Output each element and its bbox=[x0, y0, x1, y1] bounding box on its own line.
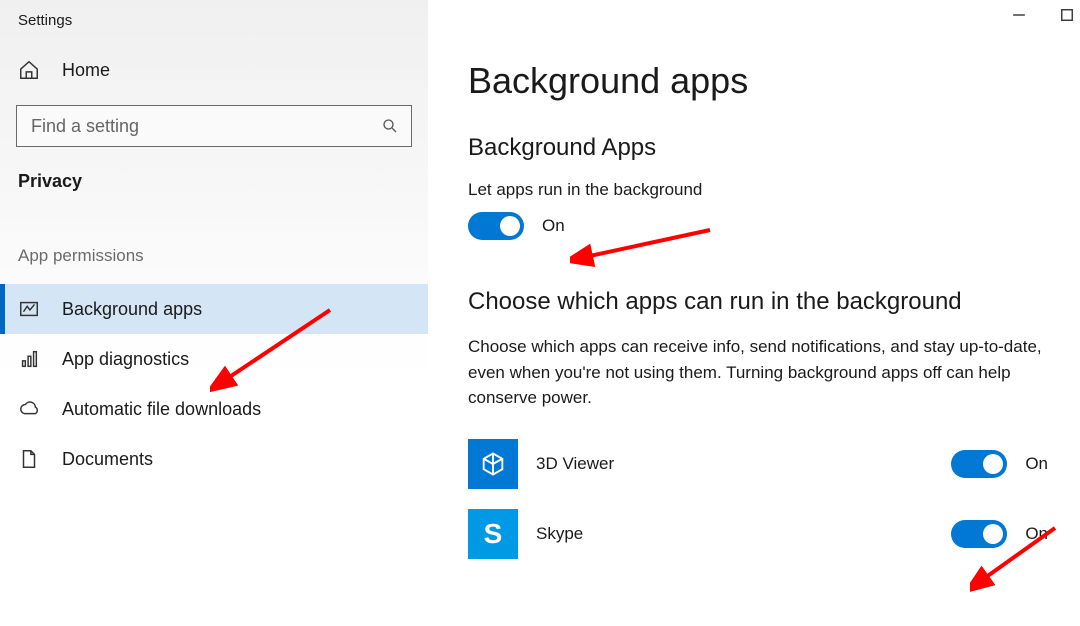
sidebar-item-label: Automatic file downloads bbox=[62, 399, 261, 420]
search-container bbox=[16, 105, 412, 147]
search-icon bbox=[381, 117, 399, 135]
window-controls bbox=[1010, 6, 1076, 24]
toggle-knob bbox=[983, 524, 1003, 544]
window-title: Settings bbox=[0, 4, 428, 49]
master-section-title: Background Apps bbox=[468, 134, 1048, 162]
sidebar-item-background-apps[interactable]: Background apps bbox=[0, 284, 428, 334]
app-list: 3D Viewer On S Skype On bbox=[468, 439, 1048, 559]
master-toggle-description: Let apps run in the background bbox=[468, 180, 1048, 200]
choose-description: Choose which apps can receive info, send… bbox=[468, 334, 1048, 411]
document-icon bbox=[18, 448, 40, 470]
app-diagnostics-icon bbox=[18, 348, 40, 370]
master-toggle[interactable] bbox=[468, 212, 524, 240]
sidebar-item-app-diagnostics[interactable]: App diagnostics bbox=[0, 334, 428, 384]
choose-section-title: Choose which apps can run in the backgro… bbox=[468, 288, 1048, 316]
app-toggle-state-label: On bbox=[1025, 454, 1048, 474]
search-box[interactable] bbox=[16, 105, 412, 147]
section-label-privacy: Privacy bbox=[0, 165, 428, 216]
background-apps-icon bbox=[18, 298, 40, 320]
minimize-button[interactable] bbox=[1010, 6, 1028, 24]
sidebar-item-label: Background apps bbox=[62, 299, 202, 320]
page-title: Background apps bbox=[468, 60, 1048, 102]
home-icon bbox=[18, 59, 40, 81]
app-toggle-3d-viewer[interactable] bbox=[951, 450, 1007, 478]
toggle-knob bbox=[500, 216, 520, 236]
toggle-knob bbox=[983, 454, 1003, 474]
home-label: Home bbox=[62, 60, 110, 81]
maximize-button[interactable] bbox=[1058, 6, 1076, 24]
app-name-label: Skype bbox=[536, 524, 933, 544]
search-input[interactable] bbox=[31, 116, 381, 137]
app-row-skype: S Skype On bbox=[468, 509, 1048, 559]
app-name-label: 3D Viewer bbox=[536, 454, 933, 474]
sidebar-item-label: App diagnostics bbox=[62, 349, 189, 370]
sidebar-item-label: Documents bbox=[62, 449, 153, 470]
sidebar-item-automatic-file-downloads[interactable]: Automatic file downloads bbox=[0, 384, 428, 434]
master-toggle-state-label: On bbox=[542, 216, 565, 236]
cloud-download-icon bbox=[18, 398, 40, 420]
app-row-3d-viewer: 3D Viewer On bbox=[468, 439, 1048, 489]
home-link[interactable]: Home bbox=[0, 49, 428, 97]
sidebar: Settings Home Privacy App permissions Ba… bbox=[0, 0, 428, 626]
sidebar-item-documents[interactable]: Documents bbox=[0, 434, 428, 484]
3d-viewer-icon bbox=[468, 439, 518, 489]
skype-icon: S bbox=[468, 509, 518, 559]
app-toggle-state-label: On bbox=[1025, 524, 1048, 544]
master-toggle-row: On bbox=[468, 212, 1048, 240]
app-toggle-skype[interactable] bbox=[951, 520, 1007, 548]
subsection-label-app-permissions: App permissions bbox=[0, 216, 428, 284]
main-panel: Background apps Background Apps Let apps… bbox=[428, 0, 1080, 626]
